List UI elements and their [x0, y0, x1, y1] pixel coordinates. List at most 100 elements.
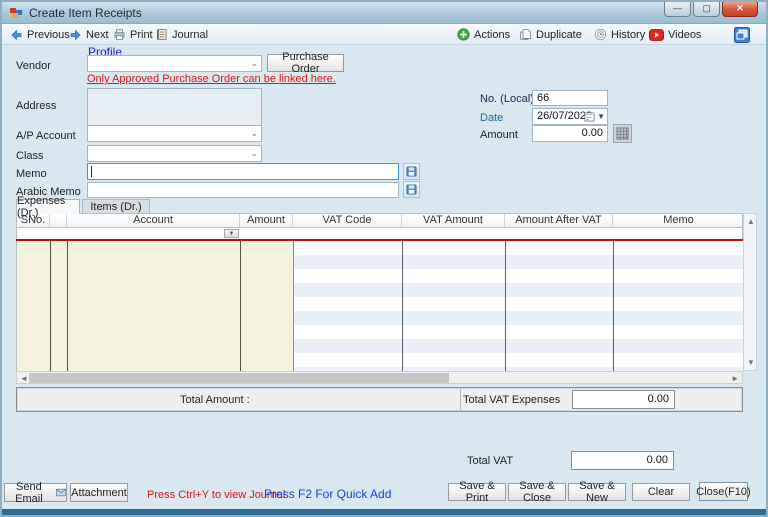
ap-account-combobox[interactable]: ⌄	[87, 125, 262, 142]
column-header-vat-amount[interactable]: VAT Amount	[402, 214, 505, 227]
column-header-amount[interactable]: Amount	[240, 214, 293, 227]
total-vat-field[interactable]: 0.00	[571, 451, 674, 470]
scroll-right-icon[interactable]: ►	[731, 373, 739, 384]
copy-page-icon	[519, 28, 532, 41]
envelope-icon	[56, 488, 66, 497]
scroll-down-icon[interactable]: ▼	[747, 357, 755, 368]
ap-account-label: A/P Account	[16, 130, 76, 142]
calculator-button[interactable]	[613, 124, 632, 143]
address-field[interactable]	[87, 88, 262, 127]
column-header-memo[interactable]: Memo	[613, 214, 744, 227]
window-title: Create Item Receipts	[29, 6, 142, 20]
close-button[interactable]: ✕	[722, 2, 758, 17]
videos-button[interactable]: Videos	[646, 26, 704, 43]
toolbar: Previous Next Print Journal Actions Dupl…	[2, 24, 766, 45]
no-local-field[interactable]: 66	[532, 90, 608, 106]
horizontal-scrollbar[interactable]: ◄ ►	[16, 371, 743, 384]
grid-header-row: SNo. Account Amount VAT Code VAT Amount …	[16, 213, 743, 228]
previous-button[interactable]: Previous	[7, 26, 73, 43]
totals-divider	[460, 389, 461, 410]
printer-icon	[113, 29, 126, 41]
tab-items-dr[interactable]: Items (Dr.)	[82, 199, 150, 214]
save-and-close-button[interactable]: Save & Close	[508, 483, 566, 501]
column-divider	[505, 241, 506, 371]
restore-window-icon	[734, 27, 750, 43]
save-and-print-button[interactable]: Save & Print	[448, 483, 506, 501]
create-item-receipts-window: Create Item Receipts — ▢ ✕ Previous Next…	[0, 0, 768, 517]
chevron-down-icon: ⌄	[250, 148, 258, 159]
no-local-label: No. (Local)	[480, 93, 534, 105]
column-header-amount-after-vat[interactable]: Amount After VAT	[505, 214, 613, 227]
chevron-down-icon: ⌄	[250, 128, 258, 139]
next-button[interactable]: Next	[66, 26, 112, 43]
column-divider	[613, 241, 614, 371]
memo-field[interactable]	[87, 163, 399, 180]
calendar-icon	[584, 111, 595, 122]
clear-button[interactable]: Clear	[632, 483, 690, 501]
column-divider	[240, 241, 241, 371]
horizontal-scroll-thumb[interactable]	[29, 373, 449, 383]
amount-label: Amount	[480, 129, 518, 141]
memo-label: Memo	[16, 168, 47, 180]
text-caret	[91, 166, 92, 177]
column-header-vat-code[interactable]: VAT Code	[293, 214, 402, 227]
maximize-button[interactable]: ▢	[693, 2, 720, 17]
print-button[interactable]: Print	[110, 26, 156, 43]
total-vat-expenses-label: Total VAT Expenses	[463, 394, 560, 406]
date-picker[interactable]: 26/07/2022 ▼	[532, 108, 608, 125]
arrow-left-icon	[10, 29, 23, 41]
class-combobox[interactable]: ⌄	[87, 145, 262, 162]
floppy-disk-icon	[406, 184, 417, 195]
journal-icon	[156, 28, 168, 41]
scroll-up-icon[interactable]: ▲	[747, 216, 755, 227]
chevron-down-icon: ▼	[597, 112, 605, 121]
journal-button[interactable]: Journal	[153, 26, 211, 43]
popup-window-button[interactable]	[731, 26, 753, 43]
window-bottom-frame	[2, 509, 766, 515]
tab-expenses-dr[interactable]: Expenses (Dr.)	[16, 199, 80, 214]
column-divider	[293, 241, 294, 371]
vendor-label: Vendor	[16, 60, 51, 72]
plus-circle-icon	[457, 28, 470, 41]
attachment-button[interactable]: Attachment	[70, 483, 128, 502]
memo-translate-button[interactable]	[403, 163, 420, 180]
arabic-memo-field[interactable]	[87, 182, 399, 198]
total-vat-label: Total VAT	[467, 455, 513, 467]
scroll-left-icon[interactable]: ◄	[20, 373, 28, 384]
editable-columns-area[interactable]	[17, 241, 293, 371]
save-and-new-button[interactable]: Save & New	[568, 483, 626, 501]
purchase-order-button[interactable]: Purchase Order	[267, 54, 344, 72]
account-filter-dropdown[interactable]: ▼	[224, 229, 239, 238]
vendor-combobox[interactable]: ⌄	[87, 55, 262, 72]
grid-filter-row[interactable]: ▼	[16, 228, 743, 239]
column-divider	[67, 241, 68, 371]
arabic-memo-translate-button[interactable]	[403, 181, 420, 198]
total-amount-label: Total Amount :	[180, 394, 250, 406]
arrow-right-icon	[69, 29, 82, 41]
calculator-icon	[616, 127, 629, 140]
close-f10-button[interactable]: Close(F10)	[699, 482, 748, 501]
totals-bar: Total Amount : Total VAT Expenses 0.00	[16, 387, 743, 412]
youtube-icon	[649, 29, 664, 41]
app-icon	[9, 6, 23, 20]
class-label: Class	[16, 150, 44, 162]
grid-body[interactable]	[16, 241, 743, 371]
minimize-button[interactable]: —	[664, 2, 691, 17]
total-vat-expenses-field[interactable]: 0.00	[572, 390, 675, 409]
history-clock-icon	[594, 28, 607, 41]
vertical-scrollbar[interactable]: ▲ ▼	[743, 213, 757, 371]
column-header-account[interactable]: Account	[67, 214, 240, 227]
purchase-order-warning: Only Approved Purchase Order can be link…	[87, 73, 336, 85]
amount-field[interactable]: 0.00	[532, 125, 608, 142]
title-bar: Create Item Receipts — ▢ ✕	[2, 2, 766, 24]
quick-add-hint-text: Press F2 For Quick Add	[264, 487, 391, 501]
send-email-button[interactable]: Send Email	[4, 483, 67, 502]
actions-button[interactable]: Actions	[454, 26, 513, 43]
column-divider	[50, 241, 51, 371]
duplicate-button[interactable]: Duplicate	[516, 26, 585, 43]
column-divider	[402, 241, 403, 371]
chevron-down-icon: ⌄	[250, 58, 258, 69]
history-button[interactable]: History	[591, 26, 648, 43]
address-label: Address	[16, 100, 56, 112]
readonly-columns-area	[293, 241, 744, 371]
